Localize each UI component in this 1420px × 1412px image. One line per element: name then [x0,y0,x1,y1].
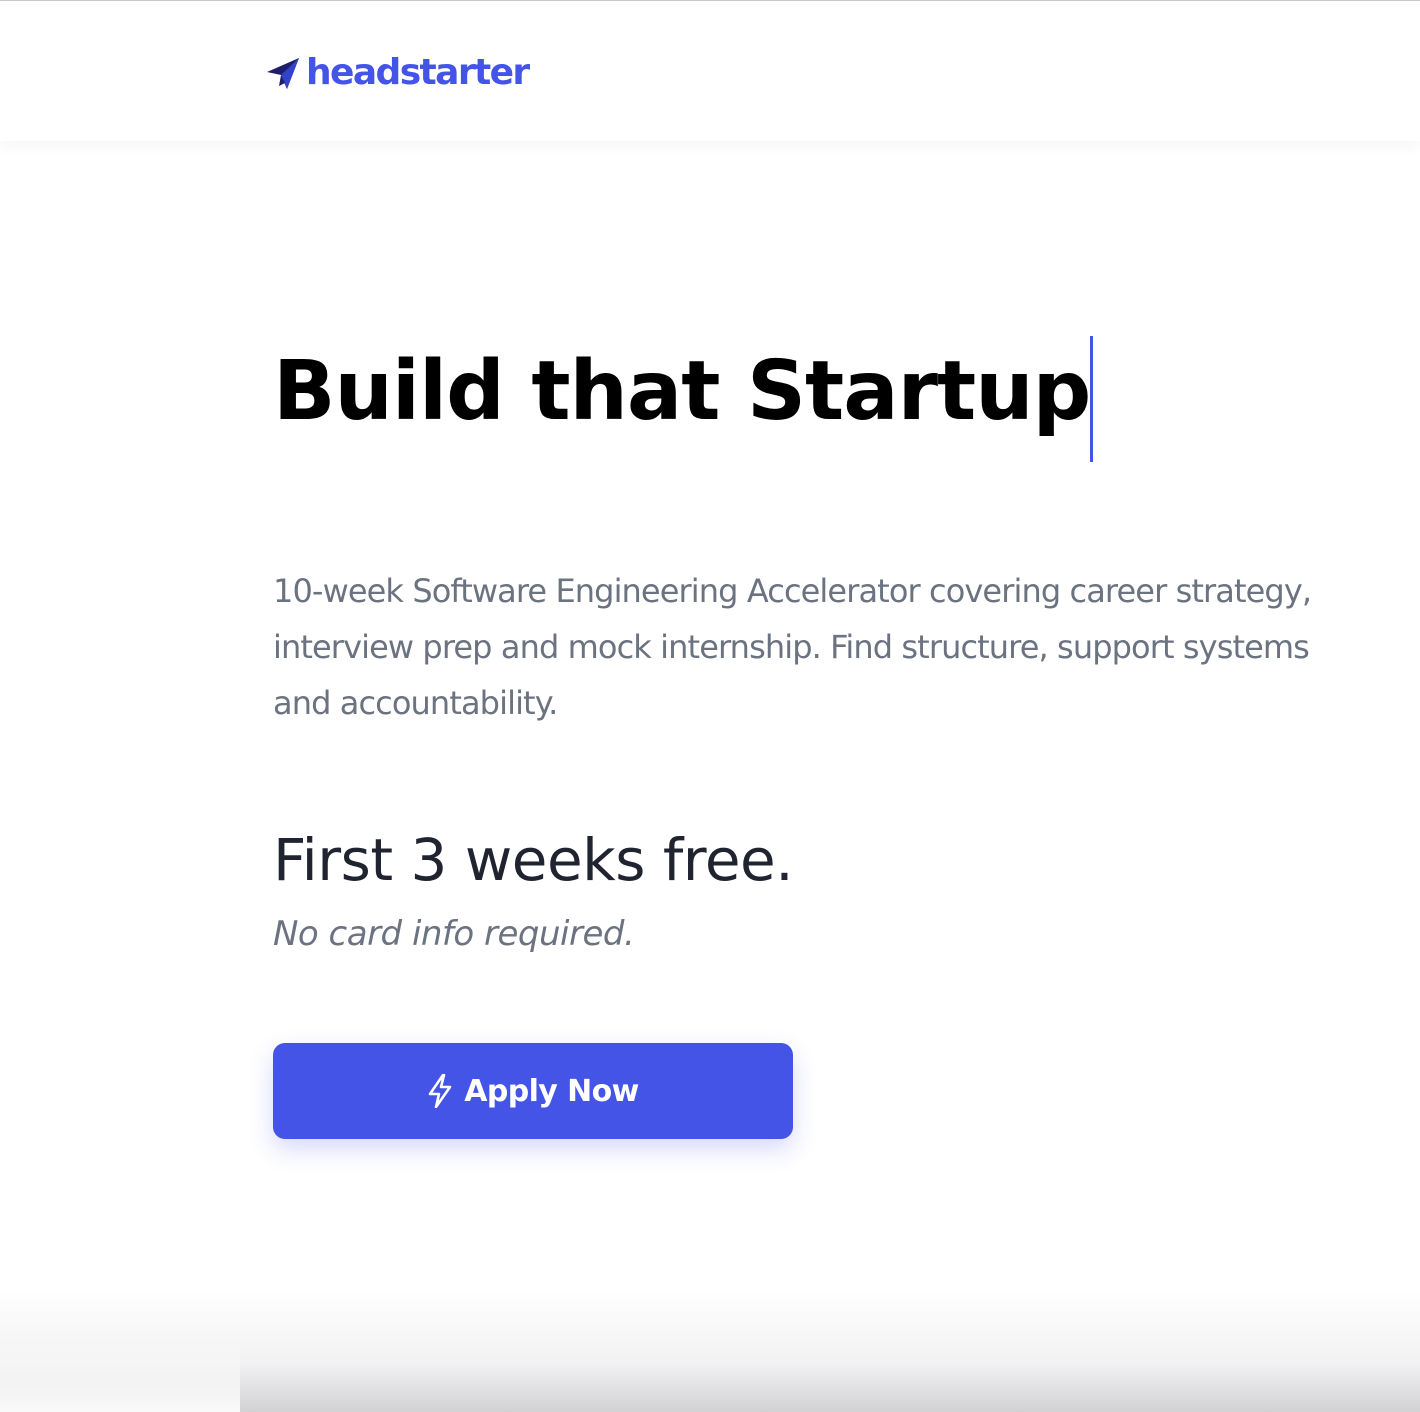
apply-now-button[interactable]: Apply Now [273,1043,793,1139]
hero-title: Build that Startup [273,344,1091,439]
offer-subtitle: No card info required. [273,914,635,954]
bottom-shadow [0,1290,1420,1412]
offer-title: First 3 weeks free. [273,826,794,894]
paper-plane-icon [267,58,299,89]
apply-now-label: Apply Now [464,1073,639,1109]
bottom-shadow-edge [0,1340,240,1412]
brand-logo[interactable]: headstarter [266,52,530,93]
site-header: headstarter [0,1,1420,141]
brand-name: headstarter [306,52,530,93]
hero-description: 10-week Software Engineering Accelerator… [273,572,1312,722]
bolt-icon [428,1074,452,1108]
hero-title-row: Build that Startup [273,336,1094,462]
typing-caret [1090,336,1094,462]
